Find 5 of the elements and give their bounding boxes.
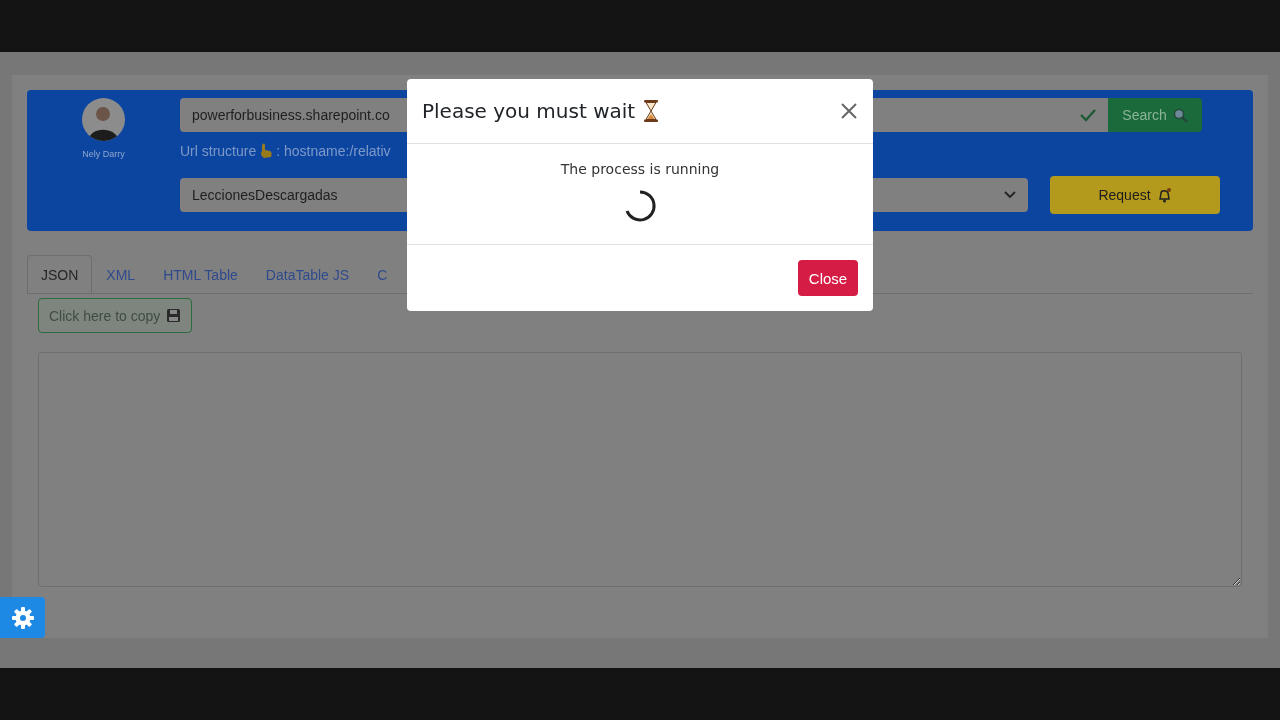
modal-message: The process is running [560,161,720,177]
hint-text: Url structure [180,143,257,159]
user-name: Nely Darry [82,149,125,159]
modal-title: Please you must wait [422,99,636,123]
hint-text: : hostname:/relativ [276,143,391,159]
